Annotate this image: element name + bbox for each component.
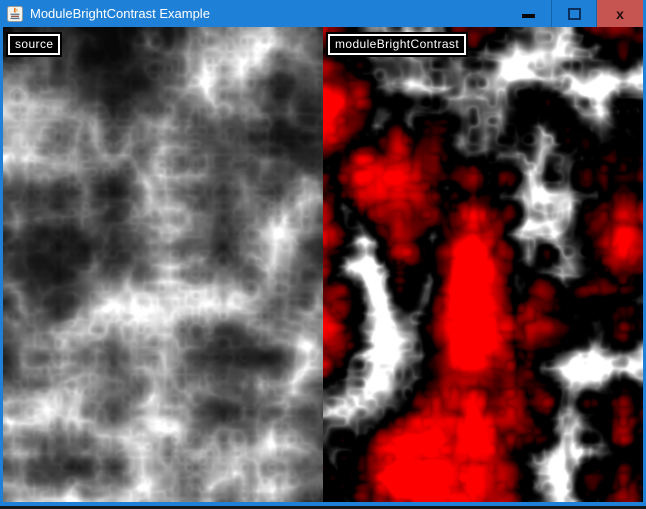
source-label: source	[8, 34, 60, 55]
source-panel: source	[3, 27, 323, 502]
minimize-icon	[522, 14, 535, 18]
modulebrightcontrast-image	[323, 27, 643, 502]
minimize-button[interactable]	[505, 0, 551, 27]
modulebrightcontrast-label: moduleBrightContrast	[328, 34, 466, 55]
maximize-button[interactable]	[552, 0, 596, 27]
app-window: ModuleBrightContrast Example x source mo…	[0, 0, 646, 509]
window-title: ModuleBrightContrast Example	[30, 6, 210, 21]
maximize-icon	[568, 8, 581, 20]
window-controls: x	[505, 0, 643, 27]
java-coffee-icon	[7, 6, 23, 22]
source-image	[3, 27, 323, 502]
content-area: source moduleBrightContrast	[3, 27, 643, 502]
close-icon: x	[616, 7, 624, 21]
close-button[interactable]: x	[597, 0, 643, 27]
modulebrightcontrast-panel: moduleBrightContrast	[323, 27, 643, 502]
titlebar[interactable]: ModuleBrightContrast Example x	[0, 0, 646, 27]
